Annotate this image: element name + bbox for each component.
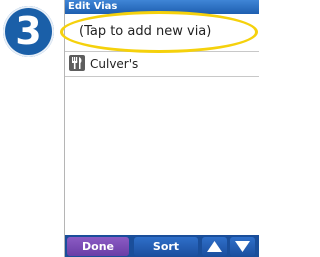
window-title: Edit Vias	[68, 1, 118, 12]
sort-button[interactable]: Sort	[134, 237, 198, 256]
list-item-via[interactable]: Culver's	[65, 52, 259, 76]
done-button[interactable]: Done	[67, 237, 129, 256]
add-via-label: (Tap to add new via)	[79, 24, 212, 39]
device-screen: Edit Vias (Tap to add new via) Culver's …	[64, 0, 259, 257]
list-divider	[65, 76, 259, 77]
arrow-up-icon	[207, 241, 222, 252]
title-bar: Edit Vias	[65, 0, 259, 14]
move-up-button[interactable]	[202, 237, 227, 256]
arrow-down-icon	[235, 241, 250, 252]
bottom-toolbar: Done Sort	[65, 235, 259, 257]
step-number: 3	[15, 9, 42, 53]
add-via-row[interactable]: (Tap to add new via)	[65, 14, 259, 50]
step-number-badge: 3	[3, 6, 54, 57]
move-down-button[interactable]	[230, 237, 255, 256]
via-name: Culver's	[90, 57, 139, 71]
restaurant-icon	[69, 55, 85, 71]
